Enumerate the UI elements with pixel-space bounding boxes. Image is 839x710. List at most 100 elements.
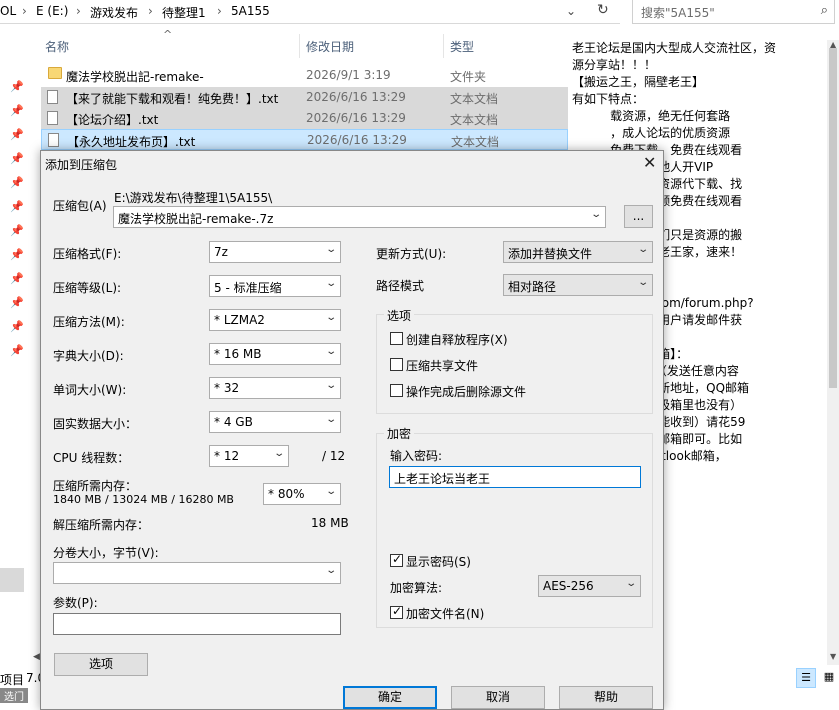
format-select[interactable]: 7z ⌄ (209, 241, 341, 263)
mem-decomp-value: 18 MB (311, 516, 349, 530)
chevron-down-icon[interactable]: ⌄ (325, 278, 337, 289)
shared-checkbox[interactable] (390, 358, 403, 371)
chevron-down-icon[interactable]: ⌄ (625, 578, 637, 589)
shared-label[interactable]: 压缩共享文件 (406, 357, 478, 374)
breadcrumb-item[interactable]: 待整理1 (162, 4, 206, 21)
address-bar[interactable]: OL › E (E:) › 游戏发布 › 待整理1 › 5A155 ⌄ ↻ (0, 0, 620, 24)
pin-icon[interactable]: 📌 (10, 344, 24, 357)
delete-source-checkbox[interactable] (390, 384, 403, 397)
chevron-right-icon: › (76, 4, 81, 18)
pin-icon[interactable]: 📌 (10, 80, 24, 93)
search-icon[interactable]: ⌕ (821, 3, 828, 18)
file-row[interactable]: 【永久地址发布页】.txt 2026/6/16 13:29 文本文档 (41, 129, 568, 150)
chevron-down-icon[interactable]: ⌄ (325, 565, 337, 576)
dialog-title: 添加到压缩包 (45, 158, 118, 172)
chevron-down-icon[interactable]: ⌄ (637, 244, 649, 255)
pin-icon[interactable]: 📌 (10, 152, 24, 165)
help-button[interactable]: 帮助 (559, 686, 653, 709)
text-file-icon (47, 111, 58, 125)
options-group-title: 选项 (384, 307, 415, 324)
sfx-checkbox[interactable] (390, 332, 403, 345)
enc-method-select[interactable]: AES-256 ⌄ (538, 575, 641, 597)
mem-percent-select[interactable]: * 80% ⌄ (263, 483, 341, 505)
refresh-icon[interactable]: ↻ (597, 2, 609, 18)
preview-scroll-thumb[interactable] (829, 48, 837, 388)
file-row[interactable]: 【来了就能下载和观看！纯免费！】.txt 2026/6/16 13:29 文本文… (41, 87, 568, 108)
column-divider[interactable] (443, 34, 444, 58)
ok-button[interactable]: 确定 (343, 686, 437, 709)
pin-icon[interactable]: 📌 (10, 176, 24, 189)
chevron-down-icon[interactable]: ⌄ (566, 4, 576, 18)
chevron-down-icon[interactable]: ⌄ (637, 277, 649, 288)
password-value[interactable]: 上老王论坛当老王 (394, 470, 490, 487)
file-name: 【永久地址发布页】.txt (67, 135, 196, 149)
options-button[interactable]: 选项 (54, 653, 148, 676)
pin-icon[interactable]: 📌 (10, 128, 24, 141)
text-file-icon (48, 133, 59, 147)
search-input[interactable]: 搜索"5A155" (641, 4, 715, 21)
show-password-checkbox[interactable] (390, 552, 403, 567)
folder-icon (48, 67, 62, 79)
pin-icon[interactable]: 📌 (10, 224, 24, 237)
update-select[interactable]: 添加并替换文件 ⌄ (503, 241, 653, 263)
search-box[interactable]: 搜索"5A155" ⌕ (632, 0, 835, 24)
path-select[interactable]: 相对路径 ⌄ (503, 274, 653, 296)
file-type: 文本文档 (451, 135, 500, 149)
chevron-down-icon[interactable]: ⌄ (325, 244, 337, 255)
file-row[interactable]: 魔法学校脱出記-remake- 2026/9/1 3:19 文件夹 (41, 65, 568, 86)
pin-icon[interactable]: 📌 (10, 320, 24, 333)
tiles-view-icon[interactable]: ▦ (820, 668, 838, 688)
pin-icon[interactable]: 📌 (10, 296, 24, 309)
archive-name-combo[interactable]: 魔法学校脱出記-remake-.7z ⌄ (113, 206, 606, 228)
volume-combo[interactable]: ⌄ (53, 562, 341, 584)
breadcrumb-item[interactable]: OL (0, 4, 16, 18)
cancel-button[interactable]: 取消 (451, 686, 545, 709)
threads-select[interactable]: * 12 ⌄ (209, 445, 289, 467)
close-icon[interactable]: ✕ (643, 153, 656, 172)
scroll-down-icon[interactable]: ▼ (830, 652, 836, 661)
pin-icon[interactable]: 📌 (10, 272, 24, 285)
enc-method-value: AES-256 (543, 579, 594, 593)
chevron-down-icon[interactable]: ⌄ (273, 448, 285, 459)
threads-max: / 12 (322, 449, 346, 463)
chevron-down-icon[interactable]: ⌄ (325, 486, 337, 497)
nav-pane-selected-item[interactable] (0, 568, 24, 592)
scroll-up-icon[interactable]: ▲ (830, 40, 836, 49)
show-password-label[interactable]: 显示密码(S) (406, 553, 471, 570)
params-input[interactable] (53, 613, 341, 635)
delete-source-label[interactable]: 操作完成后删除源文件 (406, 383, 526, 400)
encrypt-names-label[interactable]: 加密文件名(N) (406, 605, 484, 622)
chevron-down-icon[interactable]: ⌄ (325, 346, 337, 357)
file-type: 文件夹 (450, 70, 487, 84)
password-input[interactable]: 上老王论坛当老王 (389, 466, 641, 488)
level-select[interactable]: 5 - 标准压缩 ⌄ (209, 275, 341, 297)
method-select[interactable]: * LZMA2 ⌄ (209, 309, 341, 331)
breadcrumb-item[interactable]: E (E:) (36, 4, 68, 18)
breadcrumb-item[interactable]: 5A155 (231, 4, 270, 18)
solid-select[interactable]: * 4 GB ⌄ (209, 411, 341, 433)
chevron-down-icon[interactable]: ⌄ (325, 380, 337, 391)
word-select[interactable]: * 32 ⌄ (209, 377, 341, 399)
file-row[interactable]: 【论坛介绍】.txt 2026/6/16 13:29 文本文档 (41, 108, 568, 129)
preview-line: 老王论坛是国内大型成人交流社区，资 (572, 41, 777, 55)
chevron-down-icon[interactable]: ⌄ (325, 414, 337, 425)
scroll-left-icon[interactable]: ◀ (33, 652, 40, 662)
column-header-name[interactable]: 名称 (45, 38, 69, 55)
pin-icon[interactable]: 📌 (10, 248, 24, 261)
dict-select[interactable]: * 16 MB ⌄ (209, 343, 341, 365)
sfx-label[interactable]: 创建自释放程序(X) (406, 331, 508, 348)
browse-button[interactable]: ... (624, 205, 653, 228)
column-header-date[interactable]: 修改日期 (306, 38, 354, 55)
chevron-down-icon[interactable]: ⌄ (325, 312, 337, 323)
details-view-icon[interactable]: ☰ (796, 668, 816, 688)
word-label: 单词大小(W): (53, 383, 127, 397)
encrypt-names-checkbox[interactable] (390, 604, 403, 619)
pin-icon[interactable]: 📌 (10, 104, 24, 117)
breadcrumb-item[interactable]: 游戏发布 (90, 4, 138, 21)
chevron-down-icon[interactable]: ⌄ (590, 209, 602, 220)
status-item-count: 项目 (0, 673, 25, 687)
column-divider[interactable] (299, 34, 300, 58)
archive-name-value[interactable]: 魔法学校脱出記-remake-.7z (118, 210, 273, 227)
column-header-type[interactable]: 类型 (450, 38, 474, 55)
pin-icon[interactable]: 📌 (10, 200, 24, 213)
